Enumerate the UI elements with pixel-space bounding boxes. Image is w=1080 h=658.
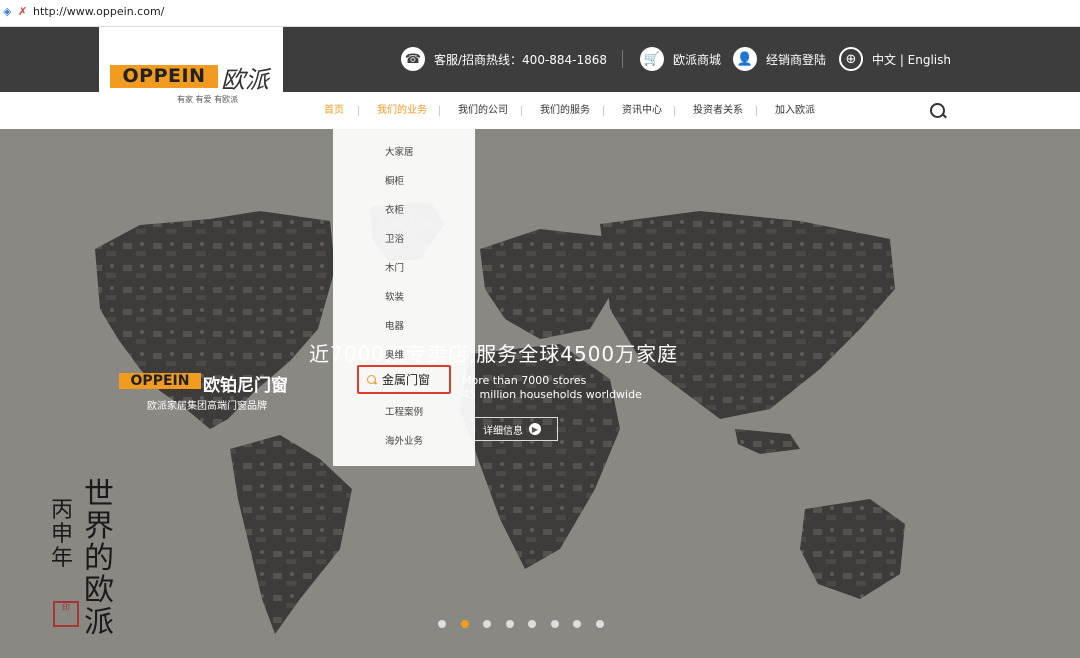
nav-divider <box>603 106 604 116</box>
slide-pagination <box>438 620 618 628</box>
hotline[interactable]: ☎ 客服/招商热线：400-884-1868 <box>401 45 607 73</box>
business-dropdown-menu: 大家居 橱柜 衣柜 卫浴 木门 软装 电器 奥维 金属门窗 工程案例 海外业务 <box>333 129 475 466</box>
brand-subtitle: 欧派家居集团高端门窗品牌 <box>147 401 267 412</box>
mall-link[interactable]: 🛒 欧派商城 <box>640 45 721 73</box>
browser-address-bar[interactable]: ◈ ✗ http://www.oppein.com/ <box>0 0 1080 27</box>
phone-icon: ☎ <box>401 47 425 71</box>
hero-subtitle: More than 7000 stores 45 million househo… <box>462 374 642 402</box>
certificate-error-icon: ✗ <box>18 5 28 18</box>
dealer-login-link[interactable]: 👤 经销商登陆 <box>733 45 826 73</box>
user-icon: 👤 <box>733 47 757 71</box>
cart-icon: 🛒 <box>640 47 664 71</box>
dropdown-item[interactable]: 电器 <box>385 318 404 332</box>
brand-logo-oupini: OPPEIN 欧铂尼门窗 <box>119 372 319 396</box>
logo-chinese: 欧派 <box>221 66 269 94</box>
dropdown-item[interactable]: 工程案例 <box>385 404 423 418</box>
divider <box>622 50 623 68</box>
slide-dot[interactable] <box>505 620 514 628</box>
nav-item-news[interactable]: 资讯中心 <box>622 93 662 129</box>
hotline-label: 客服/招商热线：400-884-1868 <box>434 52 608 67</box>
nav-divider <box>674 106 675 116</box>
red-seal-stamp: 印 <box>53 601 79 627</box>
browser-page-icon: ◈ <box>3 5 12 18</box>
dropdown-item[interactable]: 卫浴 <box>385 231 404 245</box>
slide-dot[interactable] <box>550 620 559 628</box>
dropdown-item[interactable]: 木门 <box>385 260 404 274</box>
slide-dot-active[interactable] <box>460 620 469 628</box>
logo-wordmark: OPPEIN <box>110 65 218 88</box>
nav-divider <box>521 106 522 116</box>
search-icon <box>367 375 376 384</box>
brand-logo-wordmark: OPPEIN <box>119 373 201 389</box>
calligraphy-main: 世界的欧派 <box>84 477 114 640</box>
dropdown-item[interactable]: 橱柜 <box>385 173 404 187</box>
nav-divider <box>439 106 440 116</box>
dropdown-item[interactable]: 海外业务 <box>385 433 423 447</box>
nav-item-home[interactable]: 首页 <box>324 93 344 129</box>
slide-dot[interactable] <box>595 620 604 628</box>
nav-item-join[interactable]: 加入欧派 <box>775 93 815 129</box>
detail-button-label: 详细信息 <box>483 425 523 437</box>
main-nav: 首页 我们的业务 我们的公司 我们的服务 资讯中心 投资者关系 加入欧派 <box>283 93 1080 129</box>
dropdown-item[interactable]: 大家居 <box>385 144 414 158</box>
dropdown-item[interactable]: 衣柜 <box>385 202 404 216</box>
hero-subtitle-line2: 45 million households worldwide <box>462 388 642 401</box>
nav-divider <box>756 106 757 116</box>
site-logo[interactable]: OPPEIN 欧派 有家 有爱 有欧派 <box>99 27 283 128</box>
nav-item-investors[interactable]: 投资者关系 <box>693 93 743 129</box>
dropdown-item-highlighted[interactable]: 金属门窗 <box>357 365 451 394</box>
globe-icon: ⊕ <box>839 47 863 71</box>
slide-dot[interactable] <box>483 620 491 628</box>
nav-divider <box>358 106 359 116</box>
dealer-label: 经销商登陆 <box>766 52 827 67</box>
nav-item-business[interactable]: 我们的业务 <box>377 93 427 129</box>
hero-subtitle-line1: More than 7000 stores <box>462 374 587 387</box>
dropdown-item-label: 金属门窗 <box>382 373 431 387</box>
language-label: 中文 | English <box>872 52 952 67</box>
detail-button[interactable]: 详细信息 ▶ <box>474 417 558 441</box>
slide-dot[interactable] <box>528 620 536 628</box>
hero-banner[interactable]: 近7000家专卖店,服务全球4500万家庭 More than 7000 sto… <box>0 129 1080 658</box>
logo-slogan: 有家 有爱 有欧派 <box>177 95 239 104</box>
dropdown-item[interactable]: 软装 <box>385 289 404 303</box>
slide-dot[interactable] <box>438 620 446 628</box>
language-switch[interactable]: ⊕ 中文 | English <box>839 45 951 73</box>
nav-item-services[interactable]: 我们的服务 <box>540 93 590 129</box>
search-icon[interactable] <box>930 103 945 118</box>
play-arrow-icon: ▶ <box>529 423 541 435</box>
slide-dot[interactable] <box>573 620 581 628</box>
brand-logo-chinese: 欧铂尼门窗 <box>203 376 288 396</box>
url-text[interactable]: http://www.oppein.com/ <box>33 5 164 18</box>
nav-item-company[interactable]: 我们的公司 <box>458 93 508 129</box>
dropdown-item[interactable]: 奥维 <box>385 347 404 361</box>
mall-label: 欧派商城 <box>673 52 722 67</box>
calligraphy-date: 丙申年 <box>51 498 74 571</box>
